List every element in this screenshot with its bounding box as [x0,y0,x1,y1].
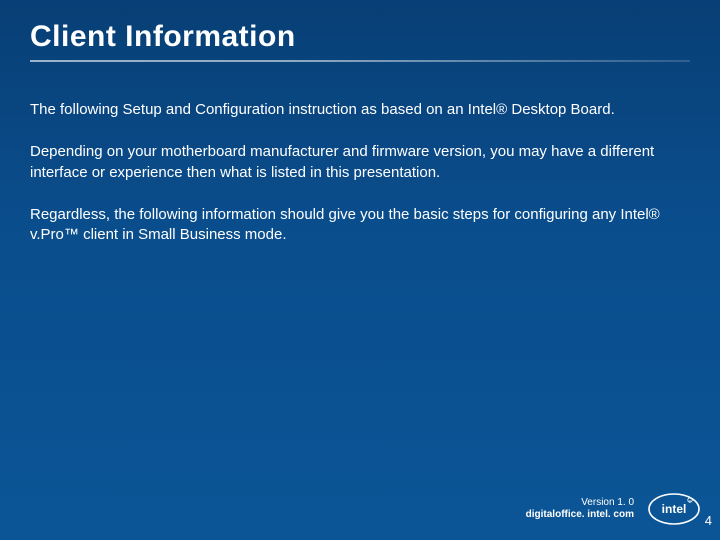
body-paragraph-1: The following Setup and Configuration in… [30,100,670,120]
body-paragraph-3: Regardless, the following information sh… [30,205,670,246]
footer: Version 1. 0 digitaloffice. intel. com i… [526,492,700,526]
slide-title: Client Information [30,20,690,54]
intel-logo-icon: intel R [648,492,700,526]
title-divider [30,60,690,62]
page-number: 4 [705,513,712,528]
slide: Client Information The following Setup a… [0,0,720,540]
footer-url: digitaloffice. intel. com [526,509,634,522]
body-paragraph-2: Depending on your motherboard manufactur… [30,142,670,183]
version-label: Version 1. 0 [526,497,634,510]
footer-text: Version 1. 0 digitaloffice. intel. com [526,497,634,522]
svg-text:R: R [689,499,692,503]
intel-logo-text: intel [662,502,687,516]
